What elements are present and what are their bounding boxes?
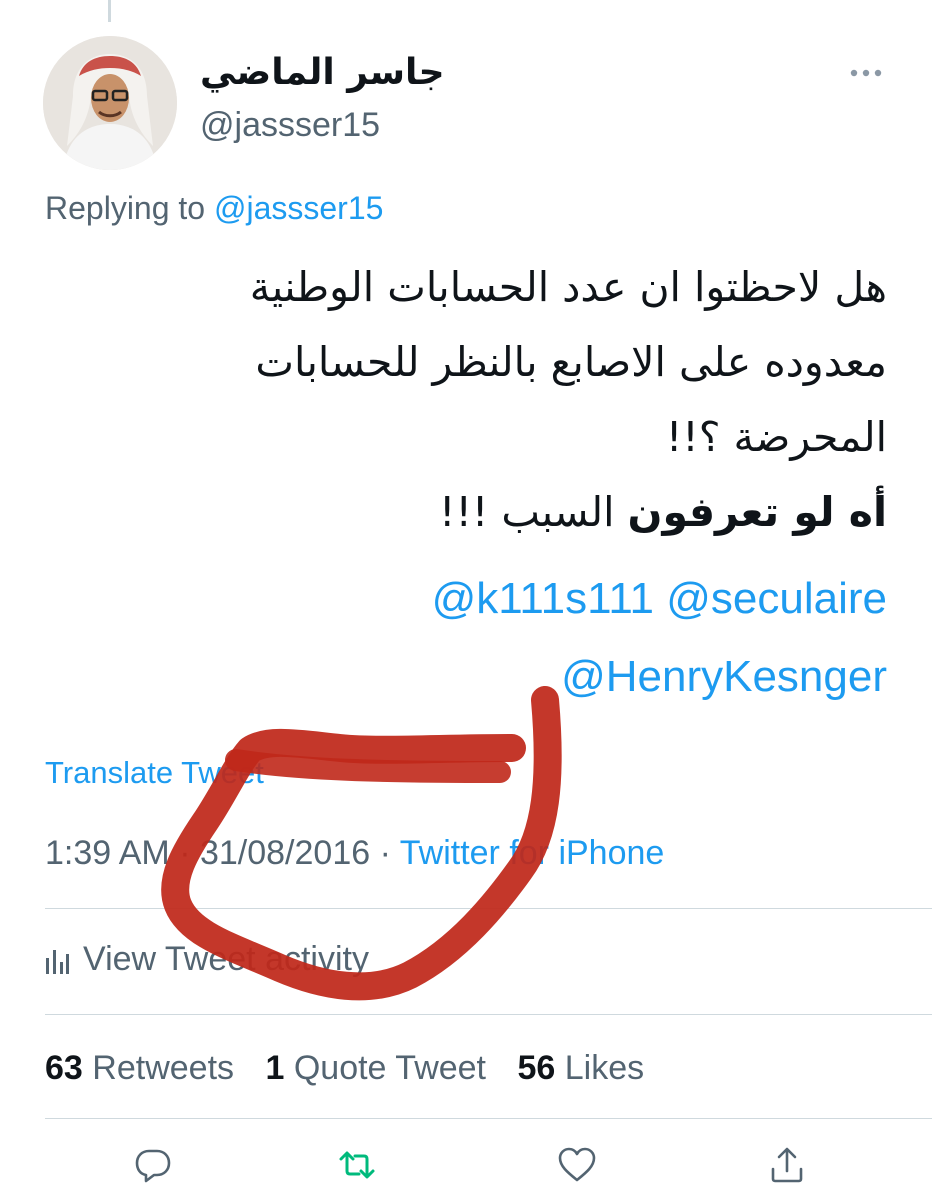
divider — [45, 1118, 932, 1119]
person-avatar-icon — [43, 36, 177, 170]
mentions-row: @k111s111 @seculaire — [432, 560, 887, 638]
tweet-text-bold: أه لو تعرفون — [627, 488, 888, 536]
likes-label: Likes — [564, 1049, 645, 1087]
replying-to-line: Replying to @jassser15 — [45, 190, 383, 227]
tweet-text-line-emphasis: أه لو تعرفون السبب !!! — [45, 475, 887, 550]
retweets-stat[interactable]: 63 Retweets — [45, 1049, 234, 1087]
tweet-meta: 1:39 AM · 31/08/2016 · Twitter for iPhon… — [45, 834, 664, 873]
translate-tweet-link[interactable]: Translate Tweet — [45, 755, 264, 791]
display-name[interactable]: جاسر الماضي — [200, 52, 445, 93]
mention-link[interactable]: @HenryKesnger — [561, 652, 887, 701]
meta-separator: · — [169, 834, 200, 872]
retweet-icon[interactable] — [337, 1145, 377, 1185]
mentions-row: @HenryKesnger — [432, 638, 887, 716]
avatar[interactable] — [43, 36, 177, 170]
retweets-label: Retweets — [92, 1049, 235, 1087]
likes-count: 56 — [517, 1049, 556, 1087]
tweet-stats: 63 Retweets 1 Quote Tweet 56 Likes — [45, 1049, 666, 1088]
divider — [45, 1014, 932, 1015]
tweet-date[interactable]: 31/08/2016 — [200, 834, 370, 872]
replying-to-mention[interactable]: @jassser15 — [214, 190, 383, 226]
analytics-icon — [46, 950, 69, 974]
mention-link[interactable]: @seculaire — [666, 574, 887, 623]
tweet-text-line: المحرضة ؟!! — [665, 413, 887, 461]
tweet-text-rest: السبب !!! — [439, 488, 628, 536]
tweet-text-line: معدوده على الاصابع بالنظر للحسابات — [255, 338, 887, 386]
share-icon[interactable] — [767, 1145, 807, 1185]
likes-stat[interactable]: 56 Likes — [517, 1049, 644, 1087]
user-handle[interactable]: @jassser15 — [200, 106, 380, 145]
quotes-count: 1 — [265, 1049, 285, 1087]
replying-to-label: Replying to — [45, 190, 206, 226]
tweet-action-bar — [45, 1145, 887, 1195]
tweet-time: 1:39 AM — [45, 834, 170, 872]
divider — [45, 908, 932, 909]
tweet-text: هل لاحظتوا ان عدد الحسابات الوطنية معدود… — [45, 250, 887, 550]
tweet-source[interactable]: Twitter for iPhone — [400, 834, 665, 872]
tweet-mentions: @k111s111 @seculaire @HenryKesnger — [432, 560, 887, 716]
quote-tweets-stat[interactable]: 1 Quote Tweet — [265, 1049, 486, 1087]
mention-link[interactable]: @k111s111 — [432, 574, 654, 623]
view-tweet-activity-button[interactable]: View Tweet activity — [45, 940, 369, 979]
tweet-text-line: هل لاحظتوا ان عدد الحسابات الوطنية — [249, 263, 887, 311]
view-tweet-activity-label: View Tweet activity — [83, 940, 369, 978]
more-options-icon[interactable] — [850, 66, 882, 80]
retweets-count: 63 — [45, 1049, 83, 1087]
quotes-label: Quote Tweet — [293, 1049, 487, 1087]
like-icon[interactable] — [557, 1145, 597, 1185]
thread-connector-line — [108, 0, 111, 22]
meta-separator: · — [370, 834, 400, 872]
reply-icon[interactable] — [133, 1145, 173, 1185]
